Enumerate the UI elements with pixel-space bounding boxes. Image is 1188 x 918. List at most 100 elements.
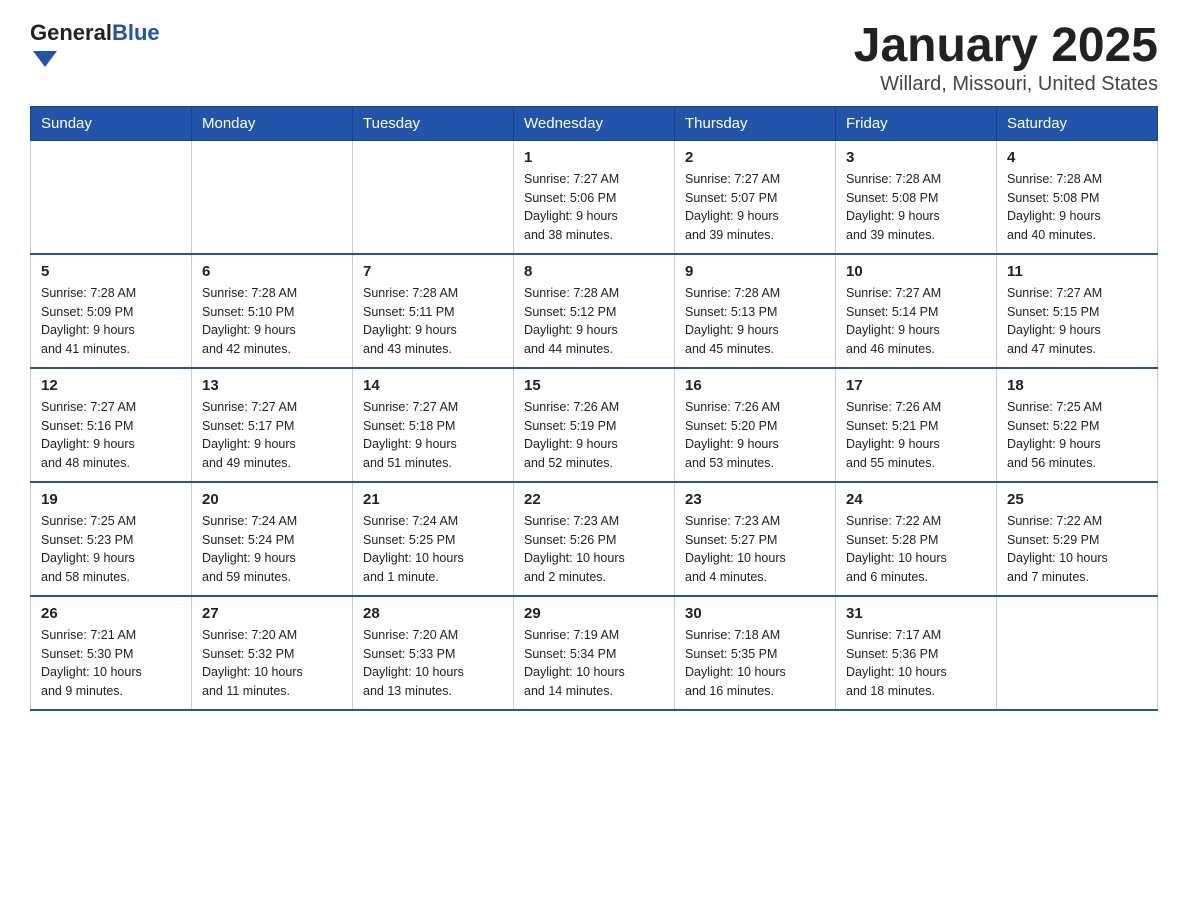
calendar-cell: 9Sunrise: 7:28 AMSunset: 5:13 PMDaylight… — [675, 254, 836, 368]
day-number: 30 — [685, 605, 825, 622]
calendar-cell: 2 Sunrise: 7:27 AMSunset: 5:07 PMDaylight… — [675, 140, 836, 254]
calendar-cell: 27Sunrise: 7:20 AMSunset: 5:32 PMDayligh… — [192, 596, 353, 710]
calendar-week-row: 26Sunrise: 7:21 AMSunset: 5:30 PMDayligh… — [31, 596, 1158, 710]
calendar-cell: 10 Sunrise: 7:27 AMSunset: 5:14 PMDayligh… — [836, 254, 997, 368]
calendar-week-row: 1 Sunrise: 7:27 AMSunset: 5:06 PMDaylight… — [31, 140, 1158, 254]
calendar-cell: 22Sunrise: 7:23 AMSunset: 5:26 PMDayligh… — [514, 482, 675, 596]
calendar-cell: 30 Sunrise: 7:18 AMSunset: 5:35 PMDayligh… — [675, 596, 836, 710]
calendar-cell: 21Sunrise: 7:24 AMSunset: 5:25 PMDayligh… — [353, 482, 514, 596]
day-number: 2 — [685, 149, 825, 166]
logo-text: GeneralBlue — [30, 20, 160, 67]
day-info: Sunrise: 7:26 AMSunset: 5:21 PMDaylight:… — [846, 398, 986, 473]
calendar-day-header: Wednesday — [514, 106, 675, 140]
day-info: Sunrise: 7:25 AMSunset: 5:22 PMDaylight:… — [1007, 398, 1147, 473]
day-number: 28 — [363, 605, 503, 622]
day-number: 3 — [846, 149, 986, 166]
day-info: Sunrise: 7:26 AMSunset: 5:19 PMDaylight:… — [524, 398, 664, 473]
calendar-cell: 5 Sunrise: 7:28 AMSunset: 5:09 PMDaylight… — [31, 254, 192, 368]
calendar-cell: 11Sunrise: 7:27 AMSunset: 5:15 PMDayligh… — [997, 254, 1158, 368]
calendar-cell — [31, 140, 192, 254]
calendar-body: 1 Sunrise: 7:27 AMSunset: 5:06 PMDaylight… — [31, 140, 1158, 710]
day-info: Sunrise: 7:27 AMSunset: 5:14 PMDaylight:… — [846, 284, 986, 359]
day-info: Sunrise: 7:28 AMSunset: 5:12 PMDaylight:… — [524, 284, 664, 359]
day-number: 14 — [363, 377, 503, 394]
calendar-cell — [997, 596, 1158, 710]
calendar-cell — [353, 140, 514, 254]
day-info: Sunrise: 7:27 AMSunset: 5:15 PMDaylight:… — [1007, 284, 1147, 359]
logo-general: General — [30, 20, 112, 45]
calendar-day-header: Tuesday — [353, 106, 514, 140]
calendar-cell: 31Sunrise: 7:17 AMSunset: 5:36 PMDayligh… — [836, 596, 997, 710]
day-number: 16 — [685, 377, 825, 394]
calendar-week-row: 12Sunrise: 7:27 AMSunset: 5:16 PMDayligh… — [31, 368, 1158, 482]
day-number: 8 — [524, 263, 664, 280]
day-info: Sunrise: 7:28 AMSunset: 5:09 PMDaylight:… — [41, 284, 181, 359]
day-number: 29 — [524, 605, 664, 622]
page-header: GeneralBlue January 2025 Willard, Missou… — [30, 20, 1158, 96]
calendar-cell: 1 Sunrise: 7:27 AMSunset: 5:06 PMDaylight… — [514, 140, 675, 254]
day-number: 20 — [202, 491, 342, 508]
day-info: Sunrise: 7:27 AMSunset: 5:06 PMDaylight:… — [524, 170, 664, 245]
day-info: Sunrise: 7:23 AMSunset: 5:27 PMDaylight:… — [685, 512, 825, 587]
calendar-cell: 8 Sunrise: 7:28 AMSunset: 5:12 PMDaylight… — [514, 254, 675, 368]
calendar-day-header: Saturday — [997, 106, 1158, 140]
day-info: Sunrise: 7:22 AMSunset: 5:28 PMDaylight:… — [846, 512, 986, 587]
calendar-header-row: SundayMondayTuesdayWednesdayThursdayFrid… — [31, 106, 1158, 140]
day-info: Sunrise: 7:18 AMSunset: 5:35 PMDaylight:… — [685, 626, 825, 701]
calendar-cell: 24Sunrise: 7:22 AMSunset: 5:28 PMDayligh… — [836, 482, 997, 596]
day-number: 23 — [685, 491, 825, 508]
calendar-day-header: Thursday — [675, 106, 836, 140]
calendar-cell: 3 Sunrise: 7:28 AMSunset: 5:08 PMDaylight… — [836, 140, 997, 254]
day-info: Sunrise: 7:23 AMSunset: 5:26 PMDaylight:… — [524, 512, 664, 587]
day-info: Sunrise: 7:28 AMSunset: 5:10 PMDaylight:… — [202, 284, 342, 359]
day-number: 13 — [202, 377, 342, 394]
calendar-header: SundayMondayTuesdayWednesdayThursdayFrid… — [31, 106, 1158, 140]
calendar-cell: 23 Sunrise: 7:23 AMSunset: 5:27 PMDayligh… — [675, 482, 836, 596]
day-info: Sunrise: 7:20 AMSunset: 5:33 PMDaylight:… — [363, 626, 503, 701]
day-number: 6 — [202, 263, 342, 280]
calendar-day-header: Monday — [192, 106, 353, 140]
logo-blue: Blue — [112, 20, 160, 45]
day-info: Sunrise: 7:24 AMSunset: 5:25 PMDaylight:… — [363, 512, 503, 587]
day-number: 12 — [41, 377, 181, 394]
day-number: 10 — [846, 263, 986, 280]
day-info: Sunrise: 7:27 AMSunset: 5:07 PMDaylight:… — [685, 170, 825, 245]
calendar-day-header: Friday — [836, 106, 997, 140]
day-info: Sunrise: 7:27 AMSunset: 5:17 PMDaylight:… — [202, 398, 342, 473]
day-number: 27 — [202, 605, 342, 622]
day-number: 7 — [363, 263, 503, 280]
calendar-cell: 7 Sunrise: 7:28 AMSunset: 5:11 PMDaylight… — [353, 254, 514, 368]
calendar-cell: 28 Sunrise: 7:20 AMSunset: 5:33 PMDayligh… — [353, 596, 514, 710]
day-number: 1 — [524, 149, 664, 166]
calendar-cell: 26Sunrise: 7:21 AMSunset: 5:30 PMDayligh… — [31, 596, 192, 710]
calendar-cell: 16 Sunrise: 7:26 AMSunset: 5:20 PMDayligh… — [675, 368, 836, 482]
calendar-cell: 4Sunrise: 7:28 AMSunset: 5:08 PMDaylight… — [997, 140, 1158, 254]
day-number: 19 — [41, 491, 181, 508]
calendar-cell: 15 Sunrise: 7:26 AMSunset: 5:19 PMDayligh… — [514, 368, 675, 482]
day-info: Sunrise: 7:25 AMSunset: 5:23 PMDaylight:… — [41, 512, 181, 587]
day-info: Sunrise: 7:17 AMSunset: 5:36 PMDaylight:… — [846, 626, 986, 701]
day-number: 25 — [1007, 491, 1147, 508]
day-number: 18 — [1007, 377, 1147, 394]
day-info: Sunrise: 7:28 AMSunset: 5:11 PMDaylight:… — [363, 284, 503, 359]
day-info: Sunrise: 7:19 AMSunset: 5:34 PMDaylight:… — [524, 626, 664, 701]
calendar-day-header: Sunday — [31, 106, 192, 140]
logo-triangle-icon — [33, 51, 57, 67]
logo: GeneralBlue — [30, 20, 160, 67]
day-info: Sunrise: 7:26 AMSunset: 5:20 PMDaylight:… — [685, 398, 825, 473]
day-number: 15 — [524, 377, 664, 394]
calendar-table: SundayMondayTuesdayWednesdayThursdayFrid… — [30, 106, 1158, 711]
day-number: 5 — [41, 263, 181, 280]
day-info: Sunrise: 7:28 AMSunset: 5:08 PMDaylight:… — [1007, 170, 1147, 245]
day-number: 9 — [685, 263, 825, 280]
calendar-cell: 12Sunrise: 7:27 AMSunset: 5:16 PMDayligh… — [31, 368, 192, 482]
page-title: January 2025 — [854, 20, 1158, 73]
calendar-cell: 20Sunrise: 7:24 AMSunset: 5:24 PMDayligh… — [192, 482, 353, 596]
title-block: January 2025 Willard, Missouri, United S… — [854, 20, 1158, 96]
calendar-cell: 18 Sunrise: 7:25 AMSunset: 5:22 PMDayligh… — [997, 368, 1158, 482]
day-number: 26 — [41, 605, 181, 622]
calendar-week-row: 19 Sunrise: 7:25 AMSunset: 5:23 PMDayligh… — [31, 482, 1158, 596]
day-info: Sunrise: 7:28 AMSunset: 5:08 PMDaylight:… — [846, 170, 986, 245]
calendar-cell: 19 Sunrise: 7:25 AMSunset: 5:23 PMDayligh… — [31, 482, 192, 596]
calendar-cell: 25Sunrise: 7:22 AMSunset: 5:29 PMDayligh… — [997, 482, 1158, 596]
